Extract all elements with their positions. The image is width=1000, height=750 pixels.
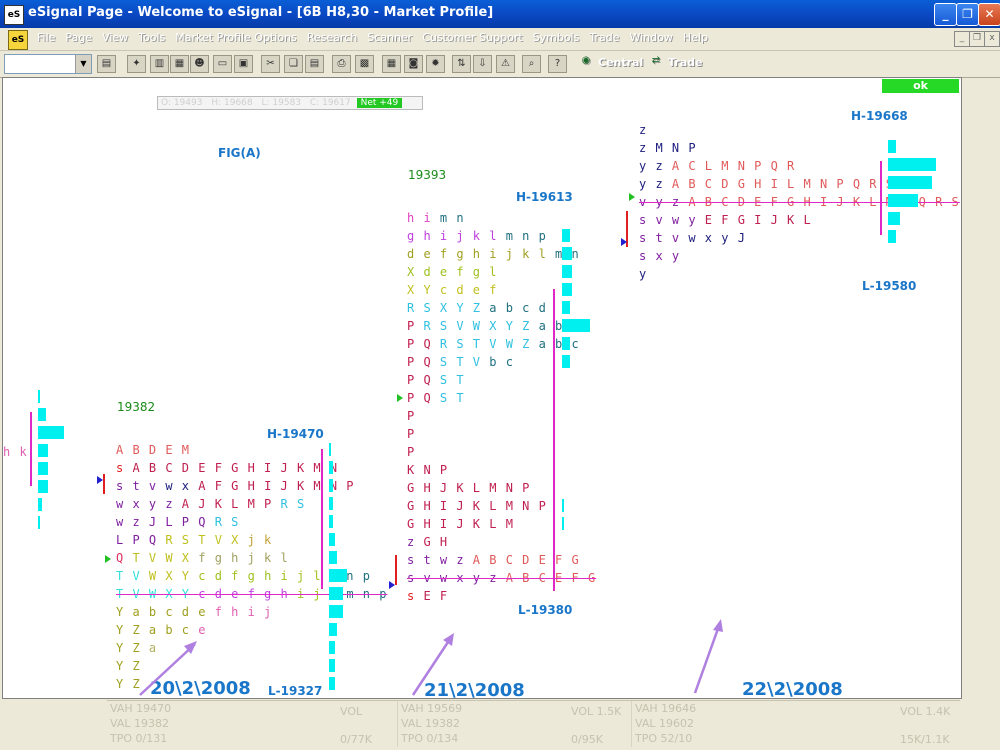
day1-vah: VAH 19470 — [110, 702, 172, 715]
day3-vol2: 15K/1.1K — [900, 733, 950, 746]
info-separator — [397, 701, 398, 747]
annotation-arrows — [139, 619, 723, 696]
day1-arrow — [139, 643, 196, 696]
day2-arrow-head — [443, 633, 454, 646]
day1-vol: VOL — [340, 705, 363, 718]
day2-val: VAL 19382 — [401, 717, 460, 730]
day3-vol: VOL 1.4K — [900, 705, 951, 718]
info-bar: VAH 19470 VAL 19382 TPO 0/131 VOL 0/77K … — [107, 700, 960, 747]
day2-arrow — [411, 635, 454, 696]
day3-val: VAL 19602 — [635, 717, 694, 730]
day3-arrow-head — [713, 619, 723, 632]
day1-val: VAL 19382 — [110, 717, 169, 730]
day2-vol: VOL 1.5K — [571, 705, 622, 718]
day2-vol2: 0/95K — [571, 733, 603, 746]
info-separator — [631, 701, 632, 747]
day3-vah: VAH 19646 — [635, 702, 697, 715]
day1-tpo: TPO 0/131 — [110, 732, 168, 745]
day2-tpo: TPO 0/134 — [401, 732, 459, 745]
day2-vah: VAH 19569 — [401, 702, 463, 715]
day1-vol2: 0/77K — [340, 733, 372, 746]
day3-tpo: TPO 52/10 — [635, 732, 693, 745]
day3-arrow — [693, 622, 722, 694]
